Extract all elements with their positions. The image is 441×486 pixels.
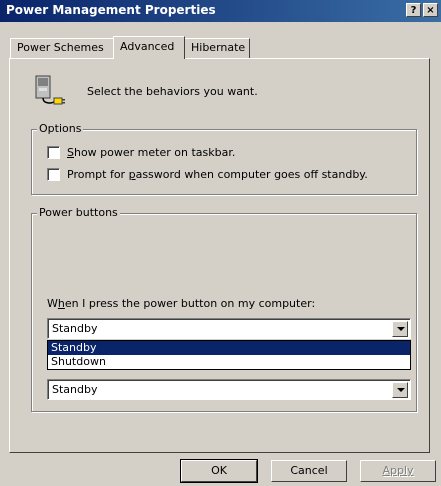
tab-label: Hibernate bbox=[191, 41, 246, 54]
power-action-dropdown-list[interactable]: Standby Shutdown bbox=[47, 340, 411, 370]
tab-label: Power Schemes bbox=[17, 41, 104, 54]
tab-hibernate[interactable]: Hibernate bbox=[184, 38, 250, 58]
tab-power-schemes[interactable]: Power Schemes bbox=[10, 38, 114, 58]
title-bar: Power Management Properties ? × bbox=[0, 0, 441, 22]
window-title: Power Management Properties bbox=[6, 3, 216, 17]
close-button[interactable]: × bbox=[423, 3, 438, 17]
apply-button[interactable]: Apply bbox=[360, 460, 436, 482]
ok-button[interactable]: OK bbox=[180, 459, 258, 483]
cancel-button[interactable]: Cancel bbox=[271, 460, 347, 482]
tab-advanced[interactable]: Advanced bbox=[113, 36, 185, 59]
tab-label: Advanced bbox=[120, 40, 175, 53]
dropdown-option-standby[interactable]: Standby bbox=[48, 341, 410, 355]
help-button[interactable]: ? bbox=[406, 3, 421, 17]
dropdown-option-shutdown[interactable]: Shutdown bbox=[48, 355, 410, 369]
power-management-window: Power Management Properties ? × Power Sc… bbox=[0, 0, 441, 486]
tab-panel bbox=[9, 58, 430, 453]
